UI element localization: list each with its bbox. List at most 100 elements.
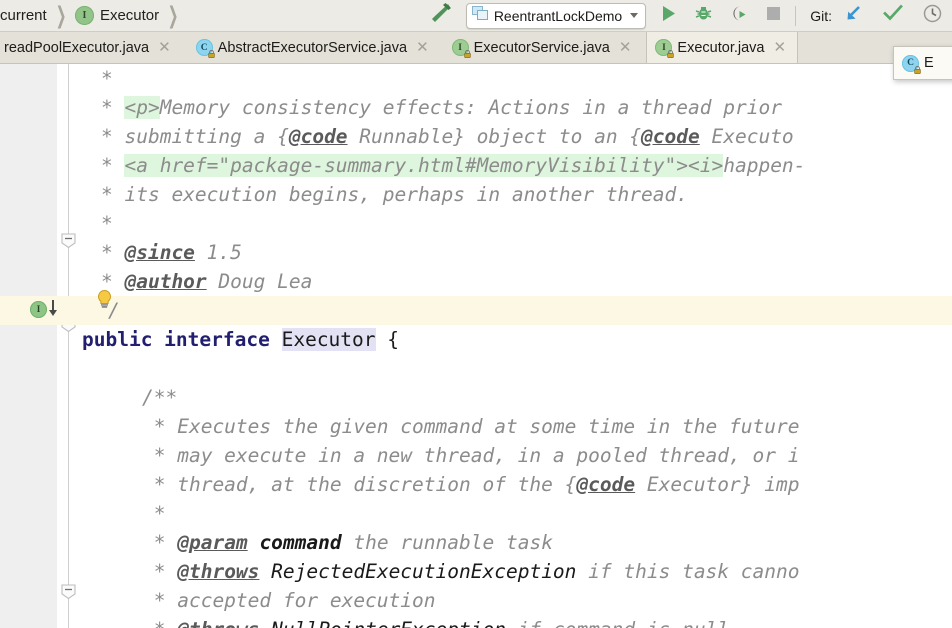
code-token: @code xyxy=(576,473,636,496)
code-line: /** xyxy=(142,383,177,412)
tab-label: readPoolExecutor.java xyxy=(4,39,150,56)
code-token: the runnable task xyxy=(341,531,553,554)
run-configuration-selector[interactable]: ReentrantLockDemo xyxy=(465,2,647,29)
lock-icon xyxy=(463,50,471,58)
class-icon-letter: C xyxy=(907,58,914,68)
editor-tab-executor[interactable]: I Executor.java ✕ xyxy=(646,32,799,63)
code-token: /** xyxy=(142,386,178,409)
code-token: @throws xyxy=(177,618,259,628)
fold-collapse-method-javadoc[interactable] xyxy=(60,583,77,600)
breadcrumb-item-package[interactable]: current xyxy=(0,7,47,24)
code-token: happen- xyxy=(723,154,806,177)
chevron-down-icon[interactable] xyxy=(630,13,639,18)
code-content[interactable]: * * <p>Memory consistency effects: Action… xyxy=(80,64,952,628)
run-actions-group xyxy=(660,5,781,27)
implemented-interface-marker[interactable]: I xyxy=(30,299,61,319)
code-token: @param xyxy=(177,531,248,554)
code-token: Executo xyxy=(699,125,794,148)
editor-tab-executorservice[interactable]: I ExecutorService.java ✕ xyxy=(444,32,643,63)
code-editor[interactable]: I I @ ** <p>Memory consistency effects: … xyxy=(0,64,952,628)
close-icon[interactable]: ✕ xyxy=(770,40,789,55)
close-icon[interactable]: ✕ xyxy=(155,40,174,55)
code-token: public interface xyxy=(82,328,282,351)
code-token: * xyxy=(101,241,125,264)
git-commit-button[interactable] xyxy=(883,4,903,27)
editor-tab-abstractexecutorservice[interactable]: C AbstractExecutorService.java ✕ xyxy=(188,32,440,63)
close-icon[interactable]: ✕ xyxy=(616,40,635,55)
code-token: Executor xyxy=(281,328,376,351)
code-folding-strip[interactable] xyxy=(57,64,80,628)
code-token: * Executes the given command at some tim… xyxy=(142,415,800,438)
code-token: * xyxy=(101,96,125,119)
breadcrumb-item-class[interactable]: I Executor xyxy=(74,6,160,25)
breadcrumb-class-label: Executor xyxy=(99,7,160,24)
breadcrumb-package-label: current xyxy=(0,7,47,24)
code-token: * may execute in a new thread, in a pool… xyxy=(142,444,800,467)
lock-icon xyxy=(667,50,675,58)
code-token: if command is null xyxy=(506,618,729,628)
code-line: * may execute in a new thread, in a pool… xyxy=(142,441,800,470)
git-history-button[interactable] xyxy=(923,4,942,28)
interface-icon: I xyxy=(451,39,471,58)
run-config-icon xyxy=(471,5,489,26)
lock-icon xyxy=(207,50,215,58)
interface-icon-letter: I xyxy=(82,10,87,21)
code-token: * xyxy=(142,502,166,525)
code-line: public interface Executor { xyxy=(82,325,399,354)
code-line: * accepted for execution xyxy=(142,586,436,615)
lock-icon xyxy=(914,65,921,74)
close-icon[interactable]: ✕ xyxy=(413,40,432,55)
interface-icon-letter: I xyxy=(662,42,666,53)
editor-tab-threadpoolexecutor[interactable]: readPoolExecutor.java ✕ xyxy=(0,32,182,63)
code-line: * @param command the runnable task xyxy=(142,528,553,557)
code-line: * <p>Memory consistency effects: Actions… xyxy=(101,93,794,122)
code-line: * @author Doug Lea xyxy=(101,267,312,296)
code-token: Executor} imp xyxy=(635,473,800,496)
code-token: 1.5 xyxy=(194,241,242,264)
interface-icon-letter: I xyxy=(458,42,462,53)
tab-label: AbstractExecutorService.java xyxy=(217,39,408,56)
run-with-coverage-button[interactable] xyxy=(730,5,748,27)
class-icon: C xyxy=(195,39,215,58)
debug-button[interactable] xyxy=(695,5,712,27)
tab-label: ExecutorService.java xyxy=(473,39,610,56)
code-token: Doug Lea xyxy=(206,270,313,293)
run-config-name: ReentrantLockDemo xyxy=(493,7,623,24)
code-line: * xyxy=(142,499,166,528)
git-update-button[interactable] xyxy=(844,4,863,28)
git-actions-group xyxy=(844,4,942,28)
code-token: * xyxy=(142,531,178,554)
code-line: * thread, at the discretion of the {@cod… xyxy=(142,470,800,499)
toolbar-divider xyxy=(795,5,797,26)
stop-button[interactable] xyxy=(766,6,781,26)
class-icon: C xyxy=(902,54,921,74)
code-token: * thread, at the discretion of the { xyxy=(142,473,577,496)
interface-icon: I xyxy=(655,39,675,58)
code-token: @throws xyxy=(177,560,260,583)
code-line: * @throws NullPointerException if comman… xyxy=(142,615,729,628)
code-token: * its execution begins, perhaps in anoth… xyxy=(101,183,688,206)
code-token: command xyxy=(259,531,342,554)
code-token: if this task canno xyxy=(576,560,800,583)
code-token: NullPointerException xyxy=(271,618,506,628)
down-arrow-icon xyxy=(49,300,57,316)
breadcrumb: current ❯ I Executor ❯ xyxy=(0,0,187,32)
tab-overflow-popup[interactable]: C E xyxy=(893,46,952,80)
code-token: * xyxy=(142,618,177,628)
hammer-icon[interactable] xyxy=(428,2,452,29)
code-line: * its execution begins, perhaps in anoth… xyxy=(101,180,688,209)
fold-region-line xyxy=(68,64,69,628)
interface-icon: I xyxy=(74,6,94,25)
fold-collapse-javadoc[interactable] xyxy=(60,232,77,249)
run-button[interactable] xyxy=(660,5,677,27)
code-token: * xyxy=(101,270,125,293)
code-line: * xyxy=(101,209,113,238)
breadcrumb-separator-icon: ❯ xyxy=(55,2,67,28)
code-line: * xyxy=(101,64,113,93)
code-token: / xyxy=(108,299,120,322)
editor-gutter[interactable] xyxy=(0,64,57,628)
code-line: * @since 1.5 xyxy=(101,238,242,267)
